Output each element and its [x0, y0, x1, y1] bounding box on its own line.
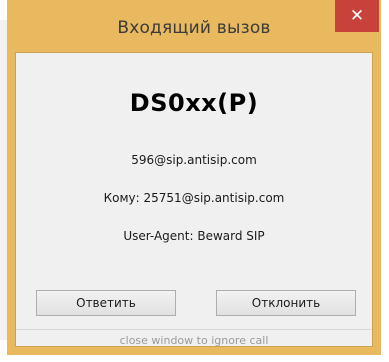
title-bar[interactable]: Входящий вызов ✕: [7, 0, 381, 52]
user-agent: User-Agent: Beward SIP: [123, 229, 265, 243]
ignore-hint: close window to ignore call: [119, 334, 269, 347]
close-button[interactable]: ✕: [335, 0, 379, 32]
window-title: Входящий вызов: [117, 18, 271, 38]
caller-name: DS0xx(P): [129, 89, 259, 117]
caller-address: 596@sip.antisip.com: [131, 153, 257, 167]
callee-address: Кому: 25751@sip.antisip.com: [103, 191, 285, 205]
call-panel: DS0xx(P) 596@sip.antisip.com Кому: 25751…: [15, 52, 373, 347]
footer-divider: [16, 329, 372, 330]
answer-button[interactable]: Ответить: [36, 290, 176, 316]
incoming-call-window: Входящий вызов ✕ DS0xx(P) 596@sip.antisi…: [7, 0, 381, 355]
decline-button[interactable]: Отклонить: [216, 290, 356, 316]
close-icon: ✕: [349, 5, 365, 26]
